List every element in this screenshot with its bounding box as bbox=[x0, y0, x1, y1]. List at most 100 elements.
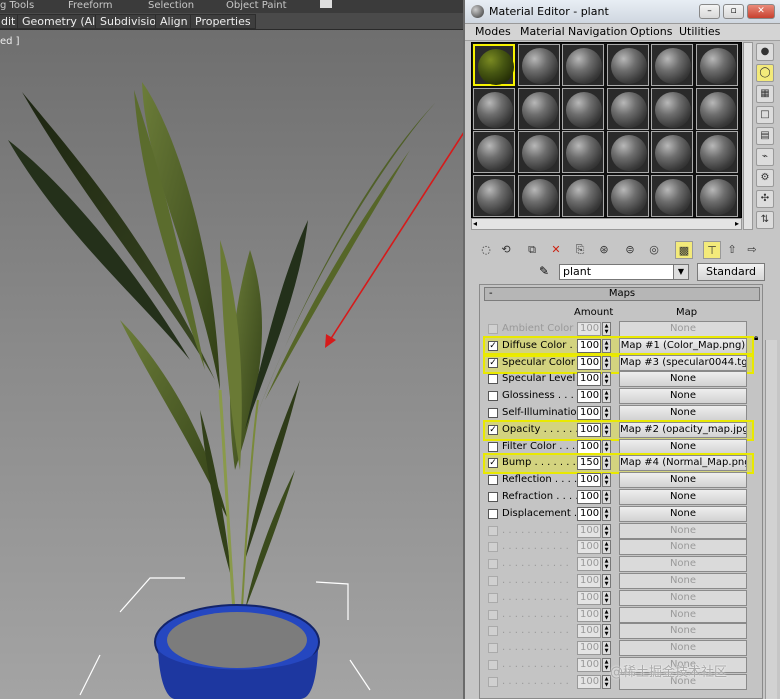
material-slot[interactable] bbox=[651, 44, 693, 86]
map-amount-field[interactable]: 100 bbox=[577, 574, 601, 588]
map-amount-field[interactable]: 150 bbox=[577, 456, 601, 471]
map-slot-button[interactable]: Map #2 (opacity_map.jpg) bbox=[619, 421, 747, 438]
material-slot[interactable] bbox=[517, 131, 560, 173]
backlight-icon[interactable]: ◯ bbox=[756, 64, 774, 82]
map-slot-button[interactable]: None bbox=[619, 321, 747, 337]
map-slot-button[interactable]: None bbox=[619, 606, 747, 623]
amount-spinner-icon[interactable]: ▲ ▼ bbox=[602, 322, 611, 336]
map-enable-checkbox[interactable] bbox=[488, 475, 498, 486]
material-slot[interactable] bbox=[651, 131, 693, 173]
assign-material-icon[interactable]: ⧉ bbox=[523, 241, 541, 259]
amount-spinner-icon[interactable]: ▲ ▼ bbox=[602, 338, 611, 353]
material-type-button[interactable]: Standard bbox=[697, 263, 765, 281]
map-slot-button[interactable]: None bbox=[619, 371, 747, 388]
material-slot[interactable] bbox=[473, 44, 515, 86]
amount-spinner-icon[interactable]: ▲ ▼ bbox=[602, 624, 611, 639]
material-map-navigator-icon[interactable]: ⇅ bbox=[756, 211, 774, 229]
material-slot[interactable] bbox=[606, 174, 649, 217]
map-slot-button[interactable]: None bbox=[619, 539, 747, 556]
select-by-material-icon[interactable]: ✣ bbox=[756, 190, 774, 208]
amount-spinner-icon[interactable]: ▲ ▼ bbox=[602, 355, 611, 370]
scroll-left-icon[interactable]: ◂ bbox=[473, 219, 477, 228]
map-slot-button[interactable]: None bbox=[619, 556, 747, 573]
map-slot-button[interactable]: None bbox=[619, 489, 747, 505]
material-slot[interactable] bbox=[562, 87, 604, 130]
map-amount-field[interactable]: 100 bbox=[577, 641, 601, 656]
menu-options[interactable]: Options bbox=[630, 25, 672, 38]
sample-type-icon[interactable]: ● bbox=[756, 43, 774, 61]
map-enable-checkbox[interactable] bbox=[488, 525, 498, 536]
map-amount-field[interactable]: 100 bbox=[577, 658, 601, 672]
map-amount-field[interactable]: 100 bbox=[577, 372, 601, 387]
go-to-parent-icon[interactable]: ⇧ bbox=[723, 241, 741, 259]
map-enable-checkbox[interactable]: ✓ bbox=[488, 357, 498, 368]
material-slot[interactable] bbox=[562, 44, 604, 86]
map-enable-checkbox[interactable] bbox=[488, 609, 498, 620]
material-slot[interactable] bbox=[651, 174, 693, 217]
make-unique-icon[interactable]: ⊛ bbox=[595, 241, 613, 259]
map-enable-checkbox[interactable] bbox=[488, 676, 498, 687]
map-amount-field[interactable]: 100 bbox=[577, 322, 601, 336]
amount-spinner-icon[interactable]: ▲ ▼ bbox=[602, 456, 611, 471]
reset-map-icon[interactable]: ✕ bbox=[547, 241, 565, 259]
menu-material[interactable]: Material bbox=[520, 25, 565, 38]
slots-vscroll[interactable] bbox=[743, 42, 753, 230]
material-slot[interactable] bbox=[606, 44, 649, 86]
video-check-icon[interactable]: ▤ bbox=[756, 127, 774, 145]
amount-spinner-icon[interactable]: ▲ ▼ bbox=[602, 557, 611, 572]
material-slot[interactable] bbox=[606, 87, 649, 130]
map-amount-field[interactable]: 100 bbox=[577, 406, 601, 420]
map-slot-button[interactable]: None bbox=[619, 438, 747, 455]
amount-spinner-icon[interactable]: ▲ ▼ bbox=[602, 607, 611, 622]
map-amount-field[interactable]: 100 bbox=[577, 422, 601, 437]
amount-spinner-icon[interactable]: ▲ ▼ bbox=[602, 490, 611, 504]
map-amount-field[interactable]: 100 bbox=[577, 389, 601, 404]
map-enable-checkbox[interactable] bbox=[488, 542, 498, 553]
material-slot[interactable] bbox=[473, 174, 515, 217]
amount-spinner-icon[interactable]: ▲ ▼ bbox=[602, 372, 611, 387]
map-slot-button[interactable]: None bbox=[619, 472, 747, 489]
map-enable-checkbox[interactable] bbox=[488, 508, 498, 519]
map-amount-field[interactable]: 100 bbox=[577, 506, 601, 521]
material-slot[interactable] bbox=[517, 174, 560, 217]
map-enable-checkbox[interactable] bbox=[488, 660, 498, 670]
show-end-result-icon[interactable]: ⊤ bbox=[703, 241, 721, 259]
map-enable-checkbox[interactable] bbox=[488, 592, 498, 603]
map-slot-button[interactable]: Map #4 (Normal_Map.png) bbox=[619, 455, 747, 472]
go-forward-sibling-icon[interactable]: ⇨ bbox=[743, 241, 761, 259]
map-enable-checkbox[interactable] bbox=[488, 324, 498, 334]
make-preview-icon[interactable]: ⌁ bbox=[756, 148, 774, 166]
maps-rollout-header[interactable]: - Maps bbox=[484, 287, 760, 301]
amount-spinner-icon[interactable]: ▲ ▼ bbox=[602, 389, 611, 404]
map-amount-field[interactable]: 100 bbox=[577, 607, 601, 622]
map-enable-checkbox[interactable] bbox=[488, 441, 498, 452]
map-slot-button[interactable]: Map #3 (specular0044.tga) bbox=[619, 354, 747, 371]
map-amount-field[interactable]: 100 bbox=[577, 674, 601, 689]
material-slot[interactable] bbox=[517, 44, 560, 86]
minimize-icon[interactable]: – bbox=[699, 4, 720, 19]
eyedropper-icon[interactable]: ✎ bbox=[535, 264, 553, 280]
material-slot[interactable] bbox=[695, 87, 738, 130]
map-enable-checkbox[interactable] bbox=[488, 374, 498, 385]
slots-scrollbar[interactable]: ◂ ▸ bbox=[471, 218, 742, 230]
make-copy-icon[interactable]: ⎘ bbox=[571, 241, 589, 259]
viewport[interactable]: g Tools Freeform Selection Object Paint … bbox=[0, 0, 463, 699]
map-enable-checkbox[interactable]: ✓ bbox=[488, 424, 498, 435]
material-slot[interactable] bbox=[517, 87, 560, 130]
map-enable-checkbox[interactable] bbox=[488, 408, 498, 418]
editor-scrollbar[interactable] bbox=[765, 340, 777, 699]
map-amount-field[interactable]: 100 bbox=[577, 355, 601, 370]
close-icon[interactable]: ✕ bbox=[747, 4, 775, 19]
show-map-in-viewport-icon[interactable]: ▩ bbox=[675, 241, 693, 259]
map-slot-button[interactable]: None bbox=[619, 388, 747, 405]
amount-spinner-icon[interactable]: ▲ ▼ bbox=[602, 473, 611, 488]
material-slot[interactable] bbox=[473, 131, 515, 173]
get-material-icon[interactable]: ◌ bbox=[477, 241, 495, 259]
amount-spinner-icon[interactable]: ▲ ▼ bbox=[602, 574, 611, 588]
map-enable-checkbox[interactable] bbox=[488, 559, 498, 570]
amount-spinner-icon[interactable]: ▲ ▼ bbox=[602, 590, 611, 605]
map-amount-field[interactable]: 100 bbox=[577, 523, 601, 538]
map-slot-button[interactable]: None bbox=[619, 623, 747, 640]
material-slot[interactable] bbox=[606, 131, 649, 173]
amount-spinner-icon[interactable]: ▲ ▼ bbox=[602, 641, 611, 656]
